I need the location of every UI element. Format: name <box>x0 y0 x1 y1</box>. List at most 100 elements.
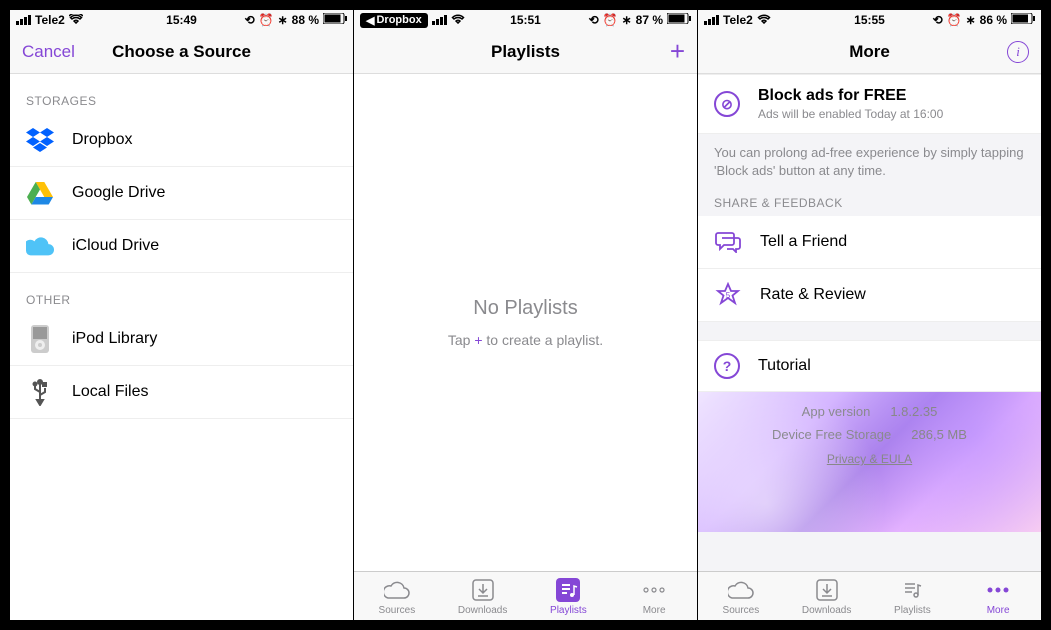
battery-icon <box>323 13 347 27</box>
source-label: iPod Library <box>72 330 157 348</box>
wifi-icon <box>757 13 771 27</box>
battery-label: 88 % <box>292 13 319 27</box>
source-local-files[interactable]: Local Files <box>10 366 353 419</box>
source-google-drive[interactable]: Google Drive <box>10 167 353 220</box>
battery-icon <box>667 13 691 27</box>
source-list: STORAGES Dropbox Google Drive iCloud Dri… <box>10 74 353 620</box>
playlist-icon <box>555 577 581 603</box>
screen-more: Tele2 15:55 ⟲ ⏰ ∗ 86 % More i ⊘ Block ad… <box>698 10 1041 620</box>
more-icon <box>641 577 667 603</box>
page-title: Choose a Source <box>112 42 251 62</box>
status-bar: Tele2 15:49 ⟲ ⏰ ∗ 88 % <box>10 10 353 30</box>
source-dropbox[interactable]: Dropbox <box>10 114 353 167</box>
page-title: Playlists <box>491 42 560 62</box>
cancel-button[interactable]: Cancel <box>22 42 75 62</box>
tab-playlists[interactable]: Playlists <box>870 572 956 620</box>
item-label: Tell a Friend <box>760 233 847 251</box>
status-bar: Tele2 15:55 ⟲ ⏰ ∗ 86 % <box>698 10 1041 30</box>
signal-icon <box>704 15 719 25</box>
feedback-header: SHARE & FEEDBACK <box>698 190 1041 216</box>
block-ads-title: Block ads for FREE <box>758 87 943 105</box>
screen-playlists: ◀ Dropbox 15:51 ⟲ ⏰ ∗ 87 % Playlists + N… <box>354 10 697 620</box>
info-button[interactable]: i <box>1007 41 1029 63</box>
back-to-app-button[interactable]: ◀ Dropbox <box>360 13 428 28</box>
block-ads-row[interactable]: ⊘ Block ads for FREE Ads will be enabled… <box>698 74 1041 134</box>
section-storages: STORAGES <box>10 74 353 114</box>
rate-review-row[interactable]: 5 Rate & Review <box>698 269 1041 322</box>
clock: 15:51 <box>510 13 541 27</box>
bluetooth-icon: ∗ <box>278 13 288 27</box>
bluetooth-icon: ∗ <box>622 13 632 27</box>
info-icon: i <box>1007 41 1029 63</box>
wifi-icon <box>451 13 465 27</box>
tab-bar: Sources Downloads Playlists More <box>354 571 697 620</box>
add-playlist-button[interactable]: + <box>670 36 685 67</box>
cloud-icon <box>728 577 754 603</box>
page-title: More <box>849 42 890 62</box>
signal-icon <box>432 15 447 25</box>
cloud-icon <box>384 577 410 603</box>
tutorial-row[interactable]: ? Tutorial <box>698 340 1041 392</box>
carrier-label: Tele2 <box>35 13 65 27</box>
storage-label: Device Free Storage <box>772 427 891 442</box>
orientation-icon: ⟲ <box>589 13 599 27</box>
alarm-icon: ⏰ <box>947 13 962 27</box>
icloud-icon <box>26 232 54 260</box>
tab-more[interactable]: More <box>611 572 697 620</box>
prolong-text: You can prolong ad-free experience by si… <box>698 134 1041 190</box>
clock: 15:49 <box>166 13 197 27</box>
signal-icon <box>16 15 31 25</box>
wifi-icon <box>69 13 83 27</box>
orientation-icon: ⟲ <box>933 13 943 27</box>
tab-downloads[interactable]: Downloads <box>440 572 526 620</box>
nav-bar: More i <box>698 30 1041 74</box>
screen-choose-source: Tele2 15:49 ⟲ ⏰ ∗ 88 % Cancel Choose a S… <box>10 10 353 620</box>
tab-sources[interactable]: Sources <box>698 572 784 620</box>
more-icon <box>985 577 1011 603</box>
star-icon: 5 <box>714 281 742 309</box>
empty-title: No Playlists <box>473 297 577 320</box>
privacy-link[interactable]: Privacy & EULA <box>698 446 1041 472</box>
status-bar: ◀ Dropbox 15:51 ⟲ ⏰ ∗ 87 % <box>354 10 697 30</box>
source-icloud[interactable]: iCloud Drive <box>10 220 353 273</box>
tab-sources[interactable]: Sources <box>354 572 440 620</box>
dropbox-icon <box>26 126 54 154</box>
source-label: Dropbox <box>72 131 132 149</box>
battery-label: 86 % <box>980 13 1007 27</box>
more-content: ⊘ Block ads for FREE Ads will be enabled… <box>698 74 1041 571</box>
empty-subtitle: Tap + to create a playlist. <box>448 332 603 348</box>
bluetooth-icon: ∗ <box>966 13 976 27</box>
source-ipod[interactable]: iPod Library <box>10 313 353 366</box>
nav-bar: Playlists + <box>354 30 697 74</box>
svg-text:5: 5 <box>726 291 731 300</box>
source-label: iCloud Drive <box>72 237 159 255</box>
tab-downloads[interactable]: Downloads <box>784 572 870 620</box>
tab-more[interactable]: More <box>955 572 1041 620</box>
battery-icon <box>1011 13 1035 27</box>
block-ads-sub: Ads will be enabled Today at 16:00 <box>758 107 943 121</box>
nav-bar: Cancel Choose a Source <box>10 30 353 74</box>
tab-bar: Sources Downloads Playlists More <box>698 571 1041 620</box>
item-label: Rate & Review <box>760 286 866 304</box>
battery-label: 87 % <box>636 13 663 27</box>
storage-value: 286,5 MB <box>911 427 967 442</box>
chat-icon <box>714 228 742 256</box>
clock: 15:55 <box>854 13 885 27</box>
source-label: Google Drive <box>72 184 165 202</box>
source-label: Local Files <box>72 383 148 401</box>
ipod-icon <box>26 325 54 353</box>
playlist-icon <box>899 577 925 603</box>
google-drive-icon <box>26 179 54 207</box>
alarm-icon: ⏰ <box>603 13 618 27</box>
carrier-label: Tele2 <box>723 13 753 27</box>
download-icon <box>470 577 496 603</box>
download-icon <box>814 577 840 603</box>
alarm-icon: ⏰ <box>259 13 274 27</box>
footer-art: App version 1.8.2.35 Device Free Storage 2… <box>698 392 1041 532</box>
version-label: App version <box>802 404 871 419</box>
version-value: 1.8.2.35 <box>890 404 937 419</box>
tab-playlists[interactable]: Playlists <box>526 572 612 620</box>
item-label: Tutorial <box>758 357 811 375</box>
tell-friend-row[interactable]: Tell a Friend <box>698 216 1041 269</box>
block-icon: ⊘ <box>714 91 740 117</box>
